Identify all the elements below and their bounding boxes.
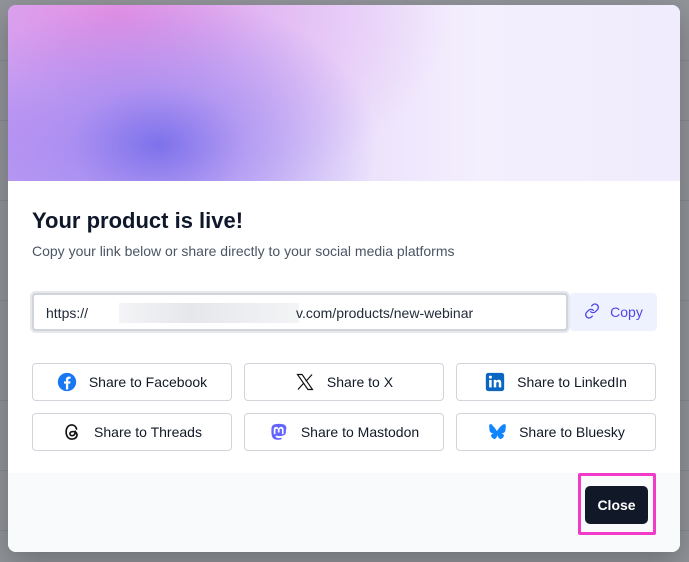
facebook-icon <box>57 372 77 392</box>
x-icon <box>295 372 315 392</box>
link-icon <box>584 302 600 322</box>
linkedin-icon <box>485 372 505 392</box>
url-suffix: v.com/products/new-webinar <box>296 305 474 321</box>
share-x-button[interactable]: Share to X <box>244 363 444 401</box>
modal-title: Your product is live! <box>32 208 244 233</box>
share-linkedin-button[interactable]: Share to LinkedIn <box>456 363 656 401</box>
mastodon-icon <box>269 422 289 442</box>
share-linkedin-label: Share to LinkedIn <box>517 374 627 390</box>
url-prefix: https:// <box>46 305 89 321</box>
product-url-field[interactable]: https:// v.com/products/new-webinar <box>32 293 568 331</box>
share-facebook-label: Share to Facebook <box>88 374 208 390</box>
share-threads-button[interactable]: Share to Threads <box>32 413 232 451</box>
modal-subtitle: Copy your link below or share directly t… <box>32 243 455 259</box>
share-bluesky-label: Share to Bluesky <box>519 424 625 440</box>
hero-gradient <box>8 5 680 181</box>
share-mastodon-label: Share to Mastodon <box>300 424 420 440</box>
share-threads-label: Share to Threads <box>94 424 202 440</box>
threads-icon <box>62 422 82 442</box>
copy-label: Copy <box>610 304 643 320</box>
share-x-label: Share to X <box>326 374 394 390</box>
share-buttons-grid: Share to Facebook Share to X Share to Li… <box>32 363 656 451</box>
bluesky-icon <box>487 422 507 442</box>
share-modal: Your product is live! Copy your link bel… <box>8 5 680 552</box>
copy-link-button[interactable]: Copy <box>570 293 657 331</box>
share-bluesky-button[interactable]: Share to Bluesky <box>456 413 656 451</box>
url-redacted-part <box>119 303 299 323</box>
share-facebook-button[interactable]: Share to Facebook <box>32 363 232 401</box>
share-mastodon-button[interactable]: Share to Mastodon <box>244 413 444 451</box>
share-link-row: https:// v.com/products/new-webinar Copy <box>32 293 657 333</box>
close-button[interactable]: Close <box>585 486 648 524</box>
